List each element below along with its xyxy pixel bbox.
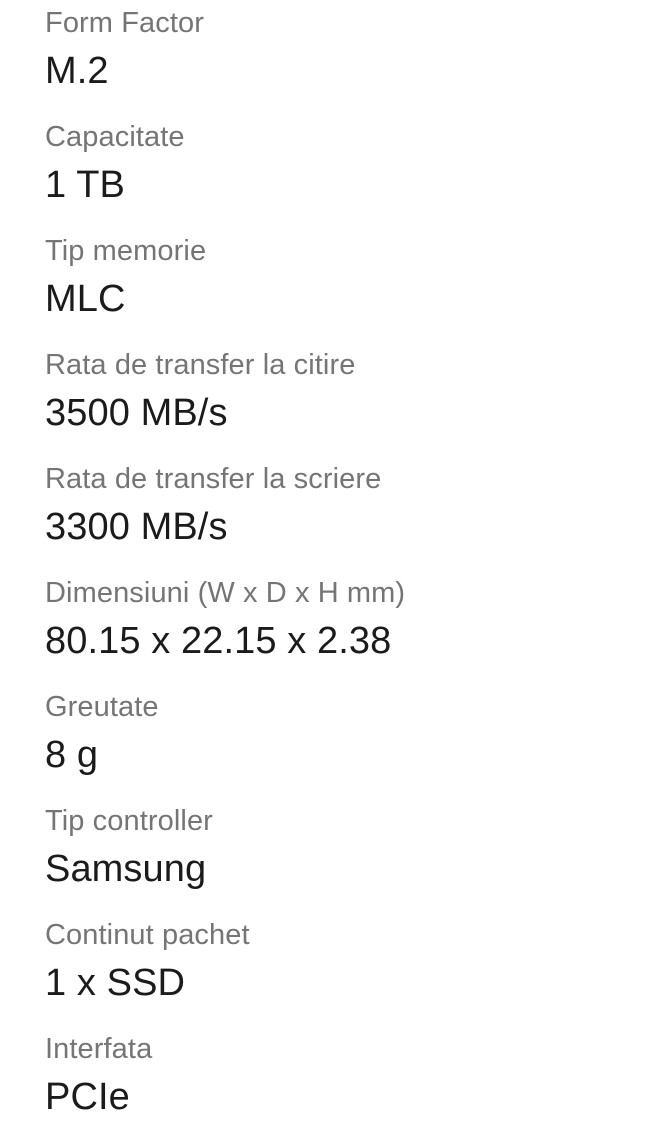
spec-row: Dimensiuni (W x D x H mm) 80.15 x 22.15 … (45, 570, 631, 684)
spec-label: Rata de transfer la scriere (45, 463, 382, 495)
spec-label: Tip memorie (45, 235, 207, 267)
spec-row: Continut pachet 1 x SSD (45, 912, 631, 1026)
spec-row: Capacitate 1 TB (45, 114, 631, 228)
spec-value: 80.15 x 22.15 x 2.38 (45, 620, 392, 662)
spec-label: Tip controller (45, 805, 213, 837)
spec-label: Rata de transfer la citire (45, 349, 356, 381)
spec-label: Capacitate (45, 121, 185, 153)
spec-value: MLC (45, 278, 126, 320)
spec-row: Greutate 8 g (45, 684, 631, 798)
spec-row: Rata de transfer la scriere 3300 MB/s (45, 456, 631, 570)
spec-value: Samsung (45, 848, 207, 890)
specifications-list: Form Factor M.2 Capacitate 1 TB Tip memo… (0, 0, 655, 1133)
spec-label: Form Factor (45, 7, 204, 39)
spec-value: 8 g (45, 734, 99, 776)
spec-label: Dimensiuni (W x D x H mm) (45, 577, 406, 609)
spec-value: PCIe (45, 1076, 130, 1118)
spec-label: Continut pachet (45, 919, 250, 951)
spec-value: M.2 (45, 50, 109, 92)
spec-value: 3300 MB/s (45, 506, 228, 548)
spec-label: Greutate (45, 691, 159, 723)
spec-label: Interfata (45, 1033, 153, 1065)
spec-row: Rata de transfer la citire 3500 MB/s (45, 342, 631, 456)
spec-row: Tip controller Samsung (45, 798, 631, 912)
spec-row: Interfata PCIe (45, 1026, 631, 1140)
spec-row: Form Factor M.2 (45, 0, 631, 114)
spec-value: 3500 MB/s (45, 392, 228, 434)
spec-row: Tip memorie MLC (45, 228, 631, 342)
spec-value: 1 x SSD (45, 962, 186, 1004)
spec-value: 1 TB (45, 164, 125, 206)
